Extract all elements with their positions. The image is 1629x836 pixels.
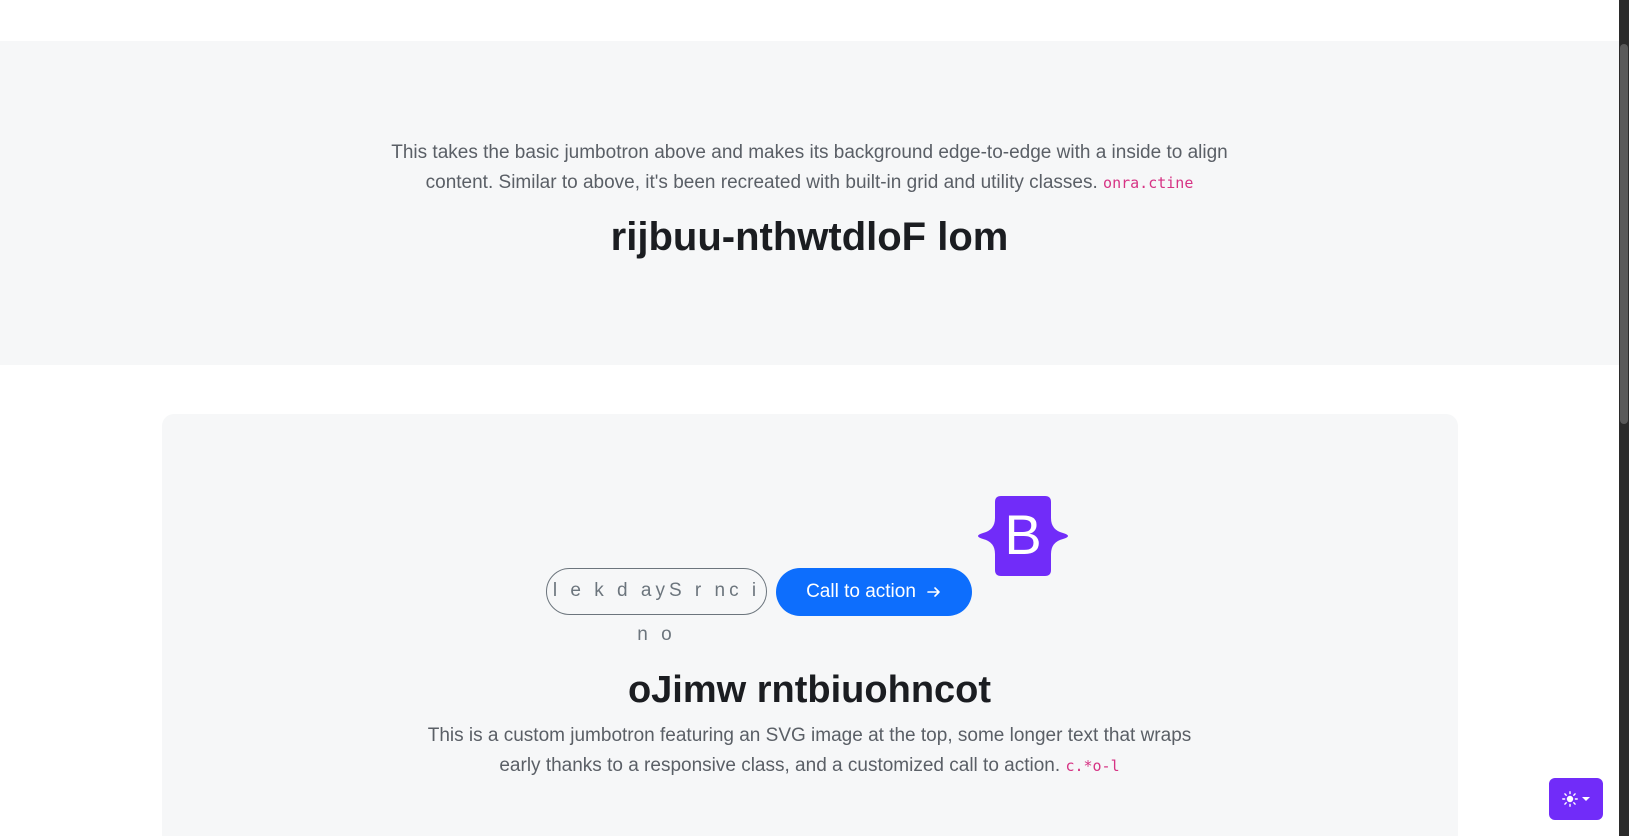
call-to-action-button[interactable]: Call to action (776, 568, 972, 616)
jumbotron-title: rijbuu-nthwtdloF lom (610, 215, 1009, 259)
vertical-scrollbar[interactable] (1619, 0, 1629, 836)
theme-toggle-button[interactable] (1549, 778, 1603, 820)
logo-letter: B (1004, 503, 1041, 566)
inline-code: c.*o-l (1065, 757, 1120, 775)
custom-jumbotron-title: oJimw rntbiuohncot (627, 669, 992, 711)
inline-code: onra.ctine (1103, 174, 1194, 192)
bootstrap-logo: B (978, 496, 1068, 576)
top-bar (0, 0, 1619, 41)
call-to-action-label: Call to action (806, 581, 916, 602)
page: This takes the basic jumbotron above and… (0, 0, 1619, 836)
sun-icon (1562, 791, 1578, 807)
jumbotron-lead: This takes the basic jumbotron above and… (390, 138, 1230, 198)
scrollbar-thumb[interactable] (1620, 44, 1628, 424)
arrow-right-icon (927, 587, 940, 597)
chevron-down-icon (1582, 797, 1590, 801)
secondary-button[interactable]: l e k d ayS r nc i n o (546, 568, 767, 645)
full-width-jumbotron: This takes the basic jumbotron above and… (0, 41, 1619, 365)
custom-jumbotron-lead: This is a custom jumbotron featuring an … (420, 721, 1200, 781)
